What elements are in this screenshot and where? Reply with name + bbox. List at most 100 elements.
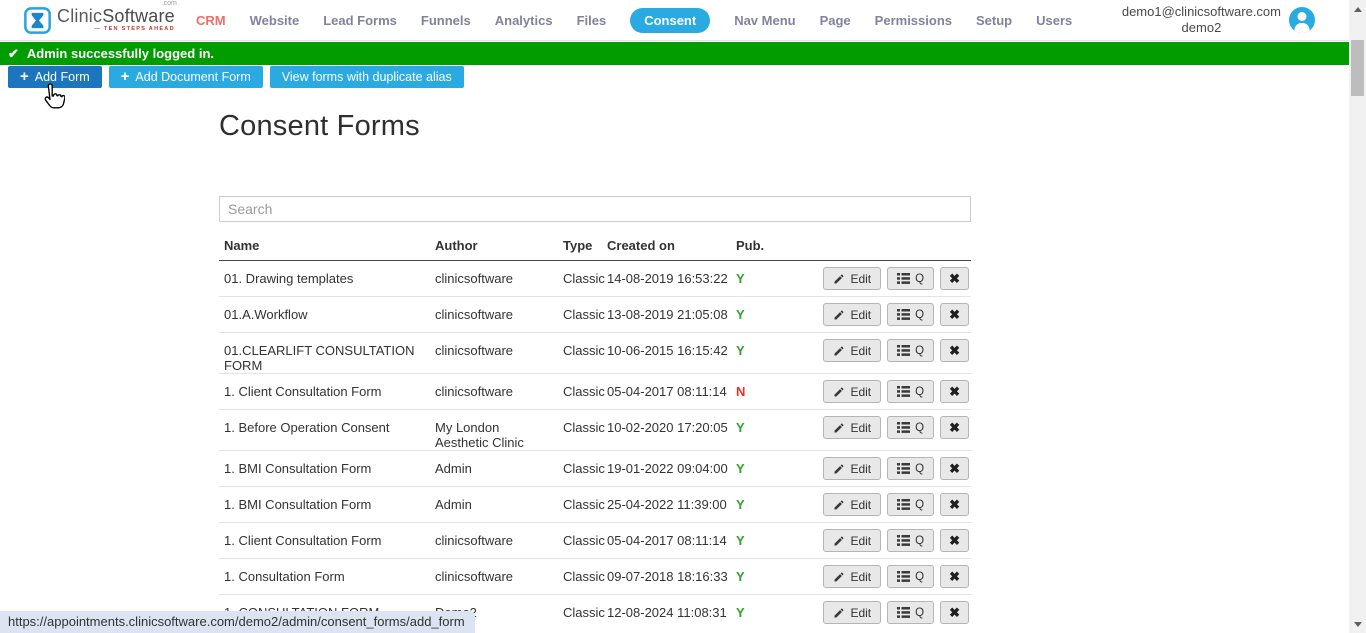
edit-button[interactable]: Edit: [823, 457, 881, 480]
entries-search-button[interactable]: Q: [887, 416, 934, 439]
toolbar: + Add Form + Add Document Form View form…: [8, 66, 464, 88]
header-created: Created on: [607, 232, 736, 260]
edit-button[interactable]: Edit: [823, 303, 881, 326]
entries-search-button[interactable]: Q: [887, 601, 934, 624]
cell-author: Admin: [435, 487, 563, 522]
cell-name: 1. BMI Consultation Form: [219, 487, 435, 522]
cell-actions: Edit Q ✖: [816, 261, 971, 296]
table-row: 01. Drawing templates clinicsoftware Cla…: [219, 261, 971, 297]
close-icon: ✖: [949, 461, 960, 477]
cell-name: 1. Before Operation Consent: [219, 410, 435, 450]
cell-type: Classic: [563, 374, 607, 409]
list-icon: [897, 535, 910, 546]
pencil-icon: [833, 309, 845, 321]
entries-search-button[interactable]: Q: [887, 457, 934, 480]
delete-button[interactable]: ✖: [940, 267, 969, 290]
entries-search-button[interactable]: Q: [887, 493, 934, 516]
nav-item-setup[interactable]: Setup: [976, 13, 1012, 28]
list-icon: [897, 463, 910, 474]
nav-item-page[interactable]: Page: [820, 13, 851, 28]
delete-button[interactable]: ✖: [940, 416, 969, 439]
cell-actions: Edit Q ✖: [816, 523, 971, 558]
entries-search-button[interactable]: Q: [887, 529, 934, 552]
search-input[interactable]: [219, 196, 971, 222]
scroll-up-arrow[interactable]: [1349, 2, 1366, 16]
brand-part2: Software: [102, 6, 175, 26]
cell-name: 01. Drawing templates: [219, 261, 435, 296]
entries-search-button[interactable]: Q: [887, 380, 934, 403]
cell-name: 1. Consultation Form: [219, 559, 435, 594]
nav-item-crm[interactable]: CRM: [196, 13, 226, 28]
view-duplicate-alias-button[interactable]: View forms with duplicate alias: [270, 66, 464, 88]
cell-actions: Edit Q ✖: [816, 297, 971, 332]
page-title: Consent Forms: [219, 110, 971, 143]
delete-button[interactable]: ✖: [940, 380, 969, 403]
delete-button[interactable]: ✖: [940, 529, 969, 552]
scroll-down-arrow[interactable]: [1349, 617, 1366, 631]
user-info: demo1@clinicsoftware.com demo2: [1122, 4, 1281, 36]
delete-button[interactable]: ✖: [940, 601, 969, 624]
delete-button[interactable]: ✖: [940, 339, 969, 362]
table-body: 01. Drawing templates clinicsoftware Cla…: [219, 261, 971, 633]
pencil-icon: [833, 535, 845, 547]
cell-actions: Edit Q ✖: [816, 595, 971, 633]
cell-name: 01.CLEARLIFT CONSULTATION FORM: [219, 333, 435, 373]
pencil-icon: [833, 607, 845, 619]
entries-search-button[interactable]: Q: [887, 565, 934, 588]
close-icon: ✖: [949, 384, 960, 400]
table-row: 1. Client Consultation Form clinicsoftwa…: [219, 523, 971, 559]
pencil-icon: [833, 345, 845, 357]
user-account: demo2: [1122, 20, 1281, 36]
delete-button[interactable]: ✖: [940, 303, 969, 326]
nav-item-lead-forms[interactable]: Lead Forms: [323, 13, 397, 28]
entries-search-button[interactable]: Q: [887, 339, 934, 362]
delete-button[interactable]: ✖: [940, 457, 969, 480]
nav-item-consent[interactable]: Consent: [630, 8, 710, 33]
delete-button[interactable]: ✖: [940, 493, 969, 516]
close-icon: ✖: [949, 271, 960, 287]
edit-button[interactable]: Edit: [823, 529, 881, 552]
delete-button[interactable]: ✖: [940, 565, 969, 588]
close-icon: ✖: [949, 343, 960, 359]
nav-item-files[interactable]: Files: [577, 13, 607, 28]
scrollbar[interactable]: [1349, 0, 1366, 633]
magnifier-q-icon: Q: [915, 607, 924, 619]
cell-type: Classic: [563, 333, 607, 373]
entries-search-button[interactable]: Q: [887, 267, 934, 290]
consent-forms-table: Name Author Type Created on Pub. 01. Dra…: [219, 232, 971, 633]
add-form-button[interactable]: + Add Form: [8, 66, 102, 88]
magnifier-q-icon: Q: [915, 499, 924, 511]
edit-button[interactable]: Edit: [823, 416, 881, 439]
nav-item-users[interactable]: Users: [1036, 13, 1072, 28]
add-document-form-button[interactable]: + Add Document Form: [109, 66, 263, 88]
list-icon: [897, 571, 910, 582]
edit-button[interactable]: Edit: [823, 601, 881, 624]
cell-pub: Y: [736, 333, 816, 373]
list-icon: [897, 345, 910, 356]
close-icon: ✖: [949, 420, 960, 436]
header-pub: Pub.: [736, 232, 816, 260]
status-url-bar: https://appointments.clinicsoftware.com/…: [0, 611, 475, 633]
nav-item-nav-menu[interactable]: Nav Menu: [734, 13, 795, 28]
magnifier-q-icon: Q: [915, 535, 924, 547]
edit-button[interactable]: Edit: [823, 267, 881, 290]
edit-button[interactable]: Edit: [823, 565, 881, 588]
magnifier-q-icon: Q: [915, 345, 924, 357]
nav-item-analytics[interactable]: Analytics: [495, 13, 553, 28]
nav-item-permissions[interactable]: Permissions: [875, 13, 952, 28]
edit-button[interactable]: Edit: [823, 339, 881, 362]
nav-item-funnels[interactable]: Funnels: [421, 13, 471, 28]
cell-author: clinicsoftware: [435, 333, 563, 373]
cell-type: Classic: [563, 410, 607, 450]
magnifier-q-icon: Q: [915, 571, 924, 583]
cell-created-on: 19-01-2022 09:04:00: [607, 451, 736, 486]
success-banner: ✔ Admin successfully logged in.: [0, 42, 1349, 65]
logo[interactable]: ClinicSoftware .com TEN STEPS AHEAD: [24, 7, 176, 34]
edit-button[interactable]: Edit: [823, 493, 881, 516]
edit-button[interactable]: Edit: [823, 380, 881, 403]
cell-pub: Y: [736, 487, 816, 522]
avatar[interactable]: [1289, 7, 1315, 33]
nav-item-website[interactable]: Website: [250, 13, 300, 28]
entries-search-button[interactable]: Q: [887, 303, 934, 326]
scrollbar-thumb[interactable]: [1351, 40, 1364, 96]
